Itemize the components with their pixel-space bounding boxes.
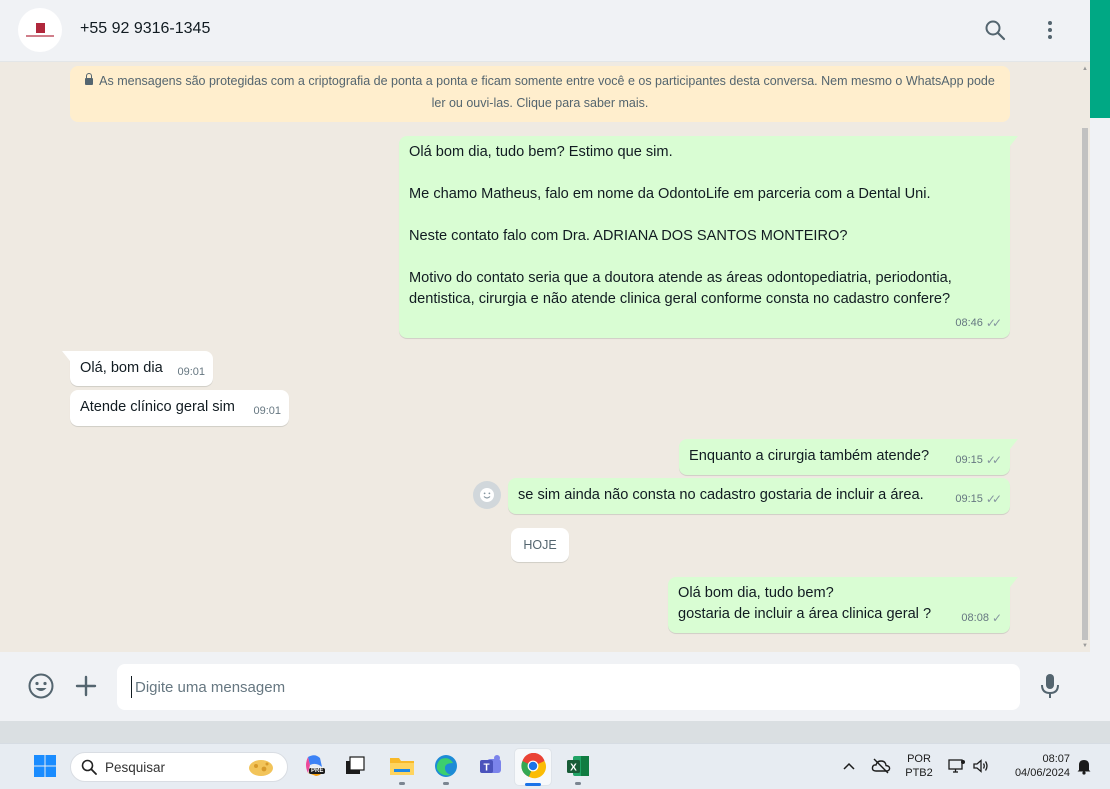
message-time: 09:01 (253, 405, 281, 417)
single-check-icon: ✓ (991, 611, 1002, 625)
teams-icon[interactable]: T (477, 752, 505, 780)
message-bubble-incoming[interactable]: Olá, bom dia 09:01 (62, 351, 213, 386)
double-check-icon: ✓✓ (985, 453, 1002, 467)
scroll-down-arrow-icon[interactable]: ▼ (1082, 643, 1088, 649)
search-icon (81, 759, 97, 775)
day-divider: HOJE (511, 528, 569, 562)
message-time: 09:15 (955, 454, 983, 466)
cloud-offline-icon[interactable] (871, 756, 891, 776)
message-meta: 09:01 (177, 362, 205, 383)
message-meta: 09:15 ✓✓ (955, 450, 1002, 471)
chat-header: +55 92 9316-1345 (0, 0, 1090, 62)
plus-icon[interactable] (72, 672, 100, 700)
message-bubble-outgoing[interactable]: se sim ainda não consta no cadastro gost… (508, 478, 1010, 514)
lock-icon (85, 73, 94, 85)
copilot-icon[interactable]: PRE (301, 752, 329, 780)
message-bubble-outgoing[interactable]: Olá bom dia, tudo bem? gostaria de inclu… (668, 577, 1018, 633)
message-line: Olá bom dia, tudo bem? (678, 585, 834, 601)
clock-time: 08:07 (1042, 753, 1070, 765)
svg-text:X: X (570, 763, 577, 774)
network-icon[interactable] (947, 756, 967, 776)
message-text: Enquanto a cirurgia também atende? (689, 448, 930, 464)
message-line: Neste contato falo com Dra. ADRIANA DOS … (409, 228, 848, 244)
message-time: 08:46 (955, 317, 983, 329)
logo-mark-icon (35, 23, 45, 33)
contact-name[interactable]: +55 92 9316-1345 (80, 20, 210, 38)
message-time: 09:15 (955, 493, 983, 505)
message-line: Motivo do contato seria que a doutora at… (409, 270, 952, 307)
double-check-icon: ✓✓ (985, 316, 1002, 330)
text-caret (131, 676, 132, 698)
chrome-browser-icon[interactable] (519, 752, 547, 780)
volume-icon[interactable] (971, 756, 991, 776)
message-composer (0, 652, 1090, 721)
search-icon[interactable] (981, 16, 1009, 44)
message-time: 08:08 (961, 612, 989, 624)
message-time: 09:01 (177, 366, 205, 378)
message-text: Olá, bom dia (80, 360, 163, 376)
message-bubble-incoming[interactable]: Atende clínico geral sim 09:01 (70, 390, 289, 426)
message-bubble-outgoing[interactable]: Enquanto a cirurgia também atende? 09:15… (679, 439, 1018, 475)
task-view-icon[interactable] (341, 752, 369, 780)
search-highlight-icon (249, 760, 273, 776)
windows-start-icon[interactable] (31, 752, 59, 780)
message-line: Olá bom dia, tudo bem? Estimo que sim. (409, 144, 673, 160)
keyboard-layout: PTB2 (905, 767, 933, 779)
chevron-up-icon[interactable] (839, 756, 859, 776)
add-reaction-button[interactable] (473, 481, 501, 509)
message-meta: 09:15 ✓✓ (955, 489, 1002, 510)
double-check-icon: ✓✓ (985, 492, 1002, 506)
window-accent-strip (1090, 0, 1110, 118)
windows-taskbar: Pesquisar PRE T X POR PTB2 08:07 04/06/2… (0, 743, 1110, 789)
smiley-icon (480, 488, 494, 502)
message-input[interactable] (117, 664, 1020, 710)
excel-icon[interactable]: X (564, 752, 592, 780)
taskbar-clock[interactable]: 08:07 04/06/2024 (1000, 752, 1070, 780)
taskbar-search-label: Pesquisar (105, 759, 166, 775)
keyboard-language-indicator[interactable]: POR PTB2 (903, 752, 935, 780)
scroll-up-arrow-icon[interactable]: ▲ (1082, 66, 1088, 72)
message-line: gostaria de incluir a área clinica geral… (678, 606, 932, 622)
svg-text:T: T (483, 763, 489, 774)
message-meta: 09:01 (253, 401, 281, 422)
message-text: se sim ainda não consta no cadastro gost… (518, 487, 924, 503)
encryption-notice-text: As mensagens são protegidas com a cripto… (99, 74, 995, 110)
message-text: Atende clínico geral sim (80, 399, 235, 415)
encryption-notice[interactable]: As mensagens são protegidas com a cripto… (70, 66, 1010, 122)
message-line: Me chamo Matheus, falo em nome da Odonto… (409, 186, 931, 202)
microphone-icon[interactable] (1036, 672, 1064, 700)
emoji-icon[interactable] (27, 672, 55, 700)
copilot-badge: PRE (309, 768, 326, 774)
kebab-menu-icon[interactable] (1036, 16, 1064, 44)
chat-scrollbar[interactable] (1082, 128, 1088, 640)
language-code: POR (907, 753, 931, 765)
notification-bell-icon[interactable] (1074, 756, 1094, 776)
edge-browser-icon[interactable] (432, 752, 460, 780)
message-bubble-outgoing[interactable]: Olá bom dia, tudo bem? Estimo que sim. M… (399, 136, 1018, 338)
clock-date: 04/06/2024 (1014, 767, 1070, 779)
contact-avatar[interactable] (18, 8, 62, 52)
message-meta: 08:08 ✓ (961, 608, 1002, 629)
file-explorer-icon[interactable] (388, 752, 416, 780)
taskbar-search-box[interactable]: Pesquisar (70, 752, 288, 782)
message-meta: 08:46 ✓✓ (955, 313, 1002, 334)
